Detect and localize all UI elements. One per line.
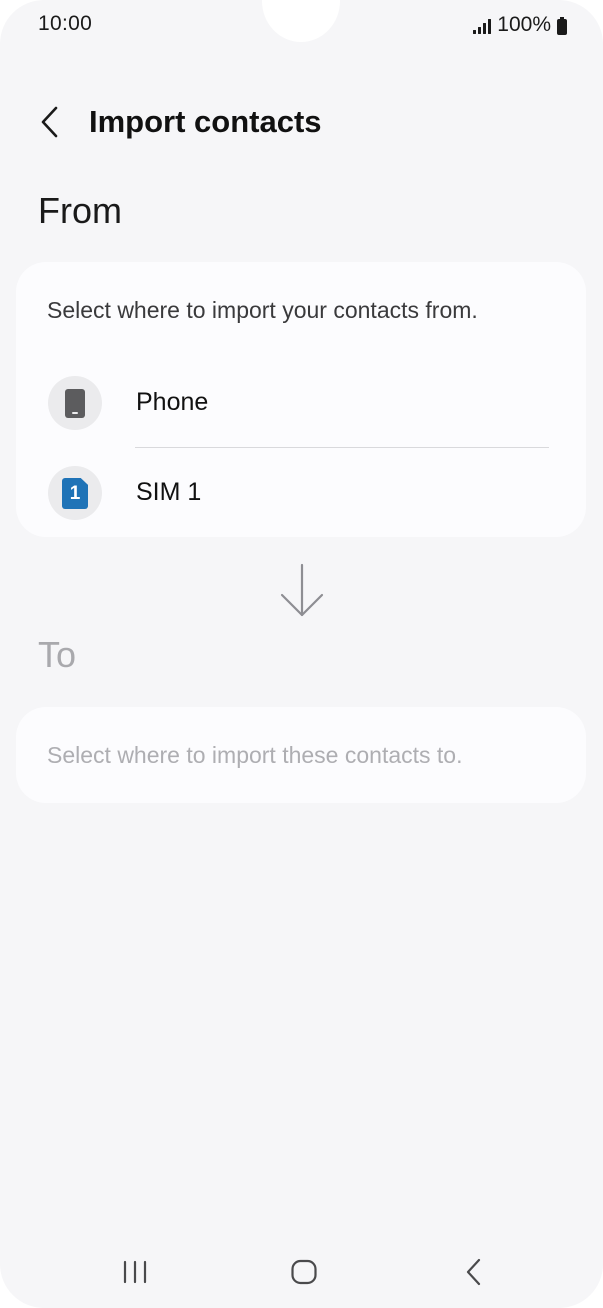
navigation-bar (0, 1240, 603, 1302)
home-icon (291, 1259, 317, 1285)
to-card[interactable]: Select where to import these contacts to… (16, 707, 586, 803)
battery-percentage: 100% (497, 13, 551, 36)
status-indicators: 100% (473, 12, 567, 38)
from-hint: Select where to import your contacts fro… (47, 297, 478, 323)
to-section-label: To (38, 634, 77, 675)
status-bar: 10:00 100% (0, 0, 603, 50)
arrow-down-icon (280, 563, 324, 617)
sim-slot-number: 1 (62, 478, 88, 509)
recents-icon (123, 1260, 147, 1284)
from-card: Select where to import your contacts fro… (16, 262, 586, 537)
sim-card-icon: 1 (48, 466, 102, 520)
back-icon (466, 1258, 481, 1286)
divider (135, 447, 549, 448)
battery-icon (557, 16, 567, 35)
screen: 10:00 100% Import contacts From Select w… (0, 0, 603, 1308)
source-item-phone[interactable]: Phone (16, 364, 586, 444)
source-item-label: Phone (136, 388, 209, 416)
from-section-label: From (38, 190, 122, 231)
back-nav-button[interactable] (444, 1250, 504, 1294)
home-button[interactable] (274, 1250, 334, 1294)
source-item-label: SIM 1 (136, 478, 202, 506)
signal-icon (473, 18, 492, 34)
source-item-sim-1[interactable]: 1 SIM 1 (16, 454, 586, 534)
page-title: Import contacts (89, 104, 322, 139)
back-button[interactable] (28, 100, 72, 144)
recents-button[interactable] (105, 1250, 165, 1294)
app-header: Import contacts (0, 90, 603, 154)
status-time: 10:00 (38, 12, 93, 35)
chevron-left-icon (41, 106, 58, 138)
phone-icon (48, 376, 102, 430)
to-hint: Select where to import these contacts to… (47, 742, 463, 768)
